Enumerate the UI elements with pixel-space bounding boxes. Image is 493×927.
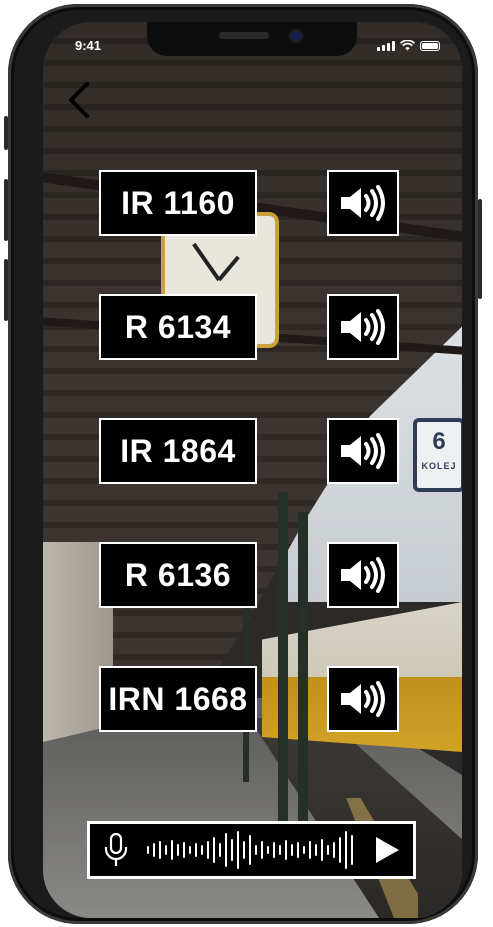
microphone-icon (104, 832, 127, 866)
train-number-button[interactable]: R 6136 (99, 542, 257, 608)
platform-sign-number: 6 (432, 428, 446, 455)
notch (147, 22, 357, 56)
train-row: R 6134 (99, 294, 404, 364)
status-time: 9:41 (75, 38, 102, 53)
play-announcement-button[interactable] (327, 418, 399, 484)
volume-down-button (4, 259, 8, 321)
speaker-volume-icon (341, 557, 385, 593)
cellular-signal-icon (377, 41, 395, 51)
chevron-left-icon (69, 82, 89, 118)
train-number-button[interactable]: IR 1864 (99, 418, 257, 484)
battery-icon (420, 41, 440, 51)
earpiece-speaker (219, 32, 269, 39)
speaker-volume-icon (341, 681, 385, 717)
platform-sign-text: KOLEJ (421, 461, 457, 471)
speaker-volume-icon (341, 309, 385, 345)
train-row: IRN 1668 (99, 666, 404, 736)
speaker-volume-icon (341, 185, 385, 221)
speaker-volume-icon (341, 433, 385, 469)
play-icon (376, 837, 400, 863)
audio-waveform[interactable] (142, 824, 362, 876)
train-row: IR 1160 (99, 170, 404, 240)
wifi-icon (400, 40, 415, 51)
train-number-button[interactable]: IR 1160 (99, 170, 257, 236)
voice-input-bar (87, 821, 416, 879)
back-button[interactable] (65, 80, 95, 120)
status-icons (377, 39, 440, 51)
play-button[interactable] (362, 824, 414, 876)
clock-hand (217, 255, 240, 282)
mute-switch (4, 116, 8, 150)
front-camera (291, 31, 301, 41)
play-announcement-button[interactable] (327, 170, 399, 236)
record-button[interactable] (90, 824, 142, 876)
platform-sign: 6 KOLEJ (413, 418, 462, 492)
phone-frame: 6 KOLEJ 9:41 IR 1160 R 6134 IR 1864 R 61… (4, 4, 482, 924)
play-announcement-button[interactable] (327, 294, 399, 360)
train-row: IR 1864 (99, 418, 404, 488)
play-announcement-button[interactable] (327, 666, 399, 732)
play-announcement-button[interactable] (327, 542, 399, 608)
power-button (478, 199, 482, 299)
clock-hand (192, 242, 221, 282)
train-number-button[interactable]: IRN 1668 (99, 666, 257, 732)
train-row: R 6136 (99, 542, 404, 612)
audio-waveform-icon (146, 831, 353, 869)
volume-up-button (4, 179, 8, 241)
screen: 6 KOLEJ 9:41 IR 1160 R 6134 IR 1864 R 61… (43, 22, 462, 918)
train-number-button[interactable]: R 6134 (99, 294, 257, 360)
